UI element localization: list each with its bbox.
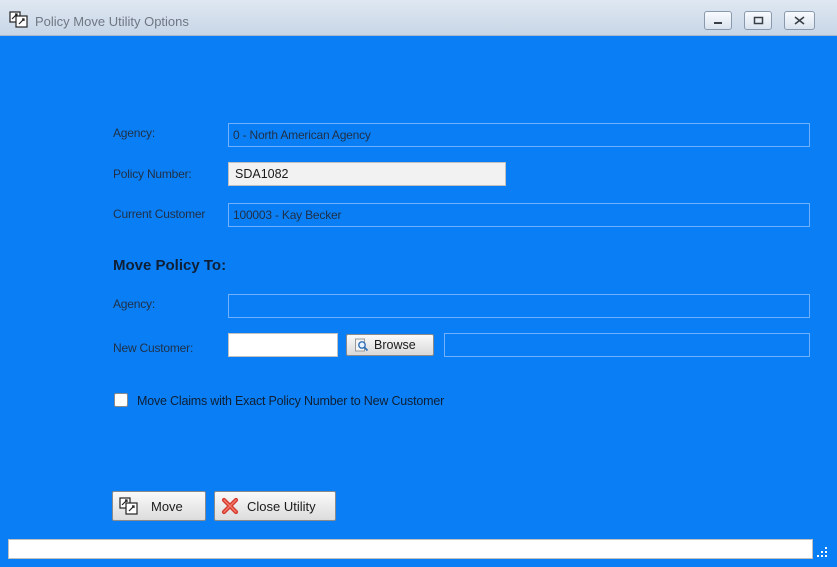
red-x-icon bbox=[221, 497, 239, 515]
title-bar: Policy Move Utility Options bbox=[0, 0, 837, 36]
current-agency-label: Agency: bbox=[113, 126, 155, 140]
new-customer-input[interactable] bbox=[228, 333, 338, 357]
move-button[interactable]: Move bbox=[112, 491, 206, 521]
move-claims-checkbox[interactable] bbox=[114, 393, 128, 407]
resize-grip-icon[interactable] bbox=[815, 545, 829, 559]
close-utility-button[interactable]: Close Utility bbox=[214, 491, 336, 521]
close-utility-label: Close Utility bbox=[247, 498, 316, 514]
move-label: Move bbox=[151, 498, 183, 514]
policy-number-field[interactable]: SDA1082 bbox=[228, 162, 506, 186]
browse-button[interactable]: Browse bbox=[346, 334, 434, 356]
current-customer-label: Current Customer bbox=[113, 207, 206, 221]
close-icon bbox=[794, 12, 805, 30]
policy-number-label: Policy Number: bbox=[113, 167, 192, 181]
policy-number-value: SDA1082 bbox=[235, 167, 289, 181]
close-window-button[interactable] bbox=[784, 11, 815, 30]
new-agency-field bbox=[228, 294, 810, 318]
current-customer-value: 100003 - Kay Becker bbox=[233, 208, 342, 222]
move-policy-to-heading: Move Policy To: bbox=[113, 257, 227, 274]
minimize-icon bbox=[713, 12, 723, 30]
current-agency-value: 0 - North American Agency bbox=[233, 128, 371, 142]
browse-label: Browse bbox=[374, 338, 416, 352]
current-customer-field: 100003 - Kay Becker bbox=[228, 203, 810, 227]
form-body bbox=[8, 36, 829, 539]
move-claims-label[interactable]: Move Claims with Exact Policy Number to … bbox=[137, 394, 444, 408]
maximize-icon bbox=[753, 12, 764, 30]
window-title: Policy Move Utility Options bbox=[35, 14, 189, 29]
magnifier-icon bbox=[355, 338, 369, 352]
current-agency-field: 0 - North American Agency bbox=[228, 123, 810, 147]
move-icon bbox=[119, 497, 139, 515]
policy-move-app-icon bbox=[9, 11, 29, 28]
new-customer-name-field bbox=[444, 333, 810, 357]
maximize-button[interactable] bbox=[744, 11, 772, 30]
minimize-button[interactable] bbox=[704, 11, 732, 30]
status-bar bbox=[8, 539, 813, 559]
new-customer-label: New Customer: bbox=[113, 341, 194, 355]
new-agency-label: Agency: bbox=[113, 297, 155, 311]
